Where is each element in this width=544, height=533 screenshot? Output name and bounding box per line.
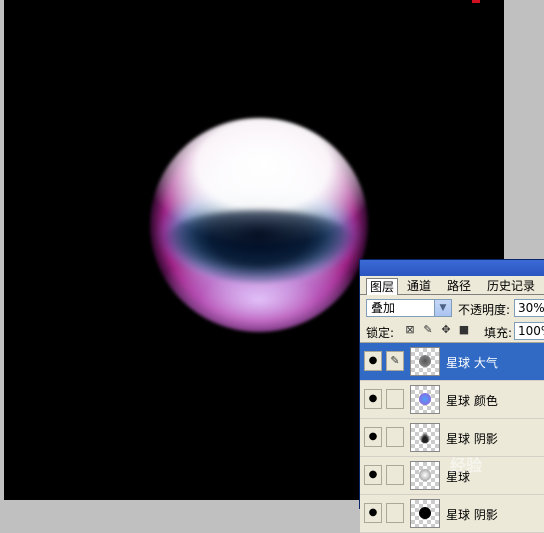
layer-row-atmosphere[interactable]: ● ✎ 星球 大气 — [360, 343, 544, 381]
opacity-field[interactable]: 30% — [514, 299, 544, 317]
workspace: 图层 通道 路径 历史记录 叠加 ▼ 不透明度: 30% 锁定: ⊠ ✎ ✥ ■… — [0, 0, 544, 533]
layer-thumbnail — [410, 423, 440, 452]
eye-icon[interactable]: ● — [364, 503, 382, 523]
link-slot[interactable] — [386, 503, 404, 523]
blend-row: 叠加 ▼ 不透明度: 30% — [360, 298, 544, 320]
tab-layers[interactable]: 图层 — [366, 278, 399, 295]
layer-thumbnail — [410, 347, 440, 376]
planet-band — [164, 210, 354, 270]
lock-label: 锁定: — [366, 326, 395, 340]
fill-field[interactable]: 100% — [514, 322, 544, 340]
eye-icon[interactable]: ● — [364, 389, 382, 409]
link-slot[interactable] — [386, 427, 404, 447]
panel-tabs: 图层 通道 路径 历史记录 — [360, 276, 544, 295]
red-mark — [472, 0, 480, 3]
eye-icon[interactable]: ● — [364, 351, 382, 371]
shadow-crescent-icon — [419, 431, 431, 443]
tab-history[interactable]: 历史记录 — [484, 278, 538, 294]
lock-transparency-icon[interactable]: ⊠ — [404, 324, 416, 336]
layer-thumbnail — [410, 385, 440, 414]
panel-titlebar[interactable] — [360, 260, 544, 276]
black-sphere-icon — [419, 507, 431, 519]
layer-name: 星球 颜色 — [446, 394, 498, 408]
lock-row: 锁定: ⊠ ✎ ✥ ■ 填充: 100% — [360, 320, 544, 343]
tab-paths[interactable]: 路径 — [444, 278, 474, 294]
watermark: 经验 — [450, 456, 483, 475]
eye-icon[interactable]: ● — [364, 427, 382, 447]
blend-mode-value: 叠加 — [371, 301, 396, 315]
link-slot[interactable] — [386, 465, 404, 485]
layer-row-shadow-2[interactable]: ● 星球 阴影 — [360, 495, 544, 533]
opacity-label: 不透明度: — [458, 303, 511, 317]
layer-name: 星球 阴影 — [446, 432, 498, 446]
brush-icon[interactable]: ✎ — [386, 351, 404, 371]
layer-row-color[interactable]: ● 星球 颜色 — [360, 381, 544, 419]
link-slot[interactable] — [386, 389, 404, 409]
blend-mode-select[interactable]: 叠加 ▼ — [366, 299, 452, 317]
tab-channels[interactable]: 通道 — [404, 278, 434, 294]
layer-name: 星球 大气 — [446, 356, 498, 370]
eye-icon[interactable]: ● — [364, 465, 382, 485]
sphere-icon — [419, 469, 431, 481]
lock-position-move-icon[interactable]: ✥ — [440, 324, 452, 336]
layer-name: 星球 阴影 — [446, 508, 498, 522]
chevron-down-icon[interactable]: ▼ — [434, 300, 451, 316]
blue-sphere-icon — [419, 393, 431, 405]
layer-thumbnail — [410, 499, 440, 528]
fill-label: 填充: — [484, 326, 513, 340]
lock-all-icon[interactable]: ■ — [458, 324, 470, 336]
layer-thumbnail — [410, 461, 440, 490]
dark-sphere-icon — [419, 355, 431, 367]
lock-pixels-brush-icon[interactable]: ✎ — [422, 324, 434, 336]
